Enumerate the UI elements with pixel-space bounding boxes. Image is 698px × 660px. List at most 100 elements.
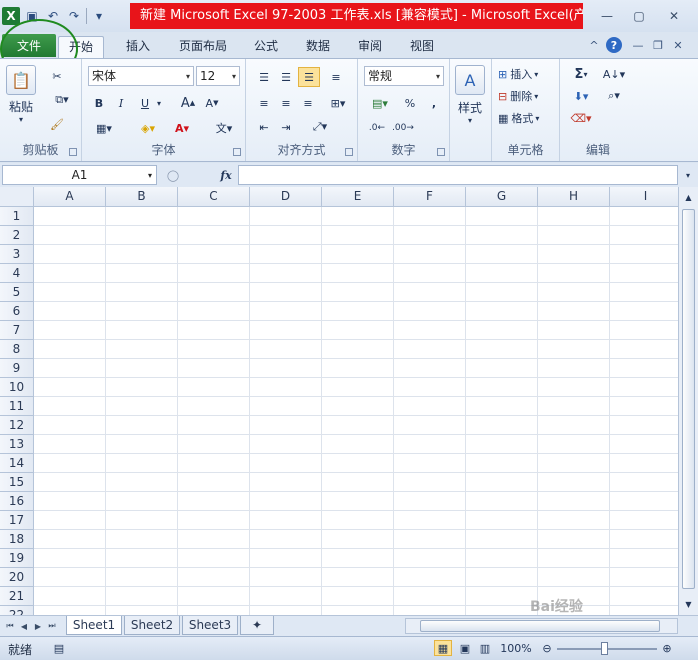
decrease-font-icon[interactable]: A ▼ <box>202 94 222 112</box>
help-icon[interactable]: ? <box>606 37 622 53</box>
align-top-icon[interactable]: ☰ <box>254 67 274 87</box>
tab-home[interactable]: 开始 <box>58 36 104 58</box>
scroll-down-icon[interactable]: ▼ <box>682 597 695 611</box>
name-box[interactable]: A1 ▾ <box>2 165 157 185</box>
row-header[interactable]: 10 <box>0 378 34 397</box>
phonetic-icon[interactable]: 文▾ <box>210 119 238 137</box>
zoom-in-icon[interactable]: ⊕ <box>660 640 674 656</box>
fill-color-icon[interactable]: ◈▾ <box>134 119 162 137</box>
chevron-down-icon[interactable]: ▾ <box>154 94 164 112</box>
next-sheet-icon[interactable]: ▶ <box>32 619 44 633</box>
font-name-select[interactable]: 宋体 ▾ <box>88 66 194 86</box>
styles-button[interactable]: A 样式 ▾ <box>455 65 485 125</box>
dialog-launcher-icon[interactable] <box>437 148 445 156</box>
align-middle-icon[interactable]: ☰ <box>276 67 296 87</box>
column-header[interactable]: A <box>34 187 106 207</box>
row-header[interactable]: 20 <box>0 568 34 587</box>
zoom-slider-handle[interactable] <box>601 642 608 655</box>
row-header[interactable]: 8 <box>0 340 34 359</box>
increase-decimal-icon[interactable]: .0← <box>366 119 388 137</box>
row-header[interactable]: 2 <box>0 226 34 245</box>
align-left-icon[interactable]: ≡ <box>254 93 274 113</box>
row-header[interactable]: 21 <box>0 587 34 606</box>
paste-button[interactable]: 📋 粘贴 ▾ <box>6 65 36 124</box>
number-format-select[interactable]: 常规 ▾ <box>364 66 444 86</box>
delete-cells-button[interactable]: ⊟ 删除 ▾ <box>498 87 558 105</box>
zoom-level[interactable]: 100% <box>498 640 534 656</box>
column-header[interactable]: F <box>394 187 466 207</box>
tab-data[interactable]: 数据 <box>300 36 336 58</box>
percent-button[interactable]: % <box>402 94 418 112</box>
insert-function-icon[interactable]: fx <box>216 167 236 183</box>
cell-area[interactable] <box>34 207 678 615</box>
minimize-icon[interactable]: — <box>595 8 619 24</box>
horizontal-scroll-thumb[interactable] <box>420 620 660 632</box>
dialog-launcher-icon[interactable] <box>345 148 353 156</box>
column-header[interactable]: H <box>538 187 610 207</box>
row-header[interactable]: 17 <box>0 511 34 530</box>
tab-page-layout[interactable]: 页面布局 <box>172 36 234 58</box>
align-right-icon[interactable]: ≡ <box>298 93 318 113</box>
normal-view-icon[interactable]: ▦ <box>434 640 452 656</box>
row-header[interactable]: 13 <box>0 435 34 454</box>
undo-icon[interactable]: ↶ <box>44 7 62 25</box>
prev-sheet-icon[interactable]: ◀ <box>18 619 30 633</box>
row-header[interactable]: 6 <box>0 302 34 321</box>
clear-icon[interactable]: ⌫▾ <box>568 109 594 127</box>
row-header[interactable]: 3 <box>0 245 34 264</box>
horizontal-scrollbar[interactable] <box>405 618 678 634</box>
vertical-scroll-thumb[interactable] <box>682 209 695 589</box>
autosum-button[interactable]: Σ ▾ <box>568 65 594 83</box>
merge-center-icon[interactable]: ⊞▾ <box>324 93 352 113</box>
row-header[interactable]: 11 <box>0 397 34 416</box>
increase-font-icon[interactable]: A ▲ <box>178 94 198 112</box>
insert-sheet-icon[interactable]: ✦ <box>240 616 274 635</box>
excel-logo-icon[interactable]: X <box>2 7 20 25</box>
tab-review[interactable]: 审阅 <box>352 36 388 58</box>
customize-qat-icon[interactable]: ▾ <box>90 7 108 25</box>
column-header[interactable]: I <box>610 187 678 207</box>
column-header[interactable]: E <box>322 187 394 207</box>
row-header[interactable]: 16 <box>0 492 34 511</box>
formula-input[interactable] <box>238 165 678 185</box>
copy-icon[interactable]: ⧉▾ <box>48 91 76 109</box>
window-close-icon[interactable]: ✕ <box>670 37 686 53</box>
sort-filter-icon[interactable]: A↓▾ <box>600 65 628 83</box>
tab-formulas[interactable]: 公式 <box>248 36 284 58</box>
decrease-decimal-icon[interactable]: .00→ <box>392 119 414 137</box>
row-header[interactable]: 14 <box>0 454 34 473</box>
row-header[interactable]: 1 <box>0 207 34 226</box>
sheet-tab-2[interactable]: Sheet2 <box>124 616 180 635</box>
font-size-select[interactable]: 12 ▾ <box>196 66 240 86</box>
macro-record-icon[interactable]: ▤ <box>50 640 68 656</box>
ribbon-minimize-icon[interactable]: ^ <box>586 37 602 53</box>
first-sheet-icon[interactable]: ⏮ <box>4 619 16 633</box>
zoom-out-icon[interactable]: ⊖ <box>540 640 554 656</box>
row-header[interactable]: 19 <box>0 549 34 568</box>
page-layout-view-icon[interactable]: ▣ <box>456 640 474 656</box>
tab-view[interactable]: 视图 <box>404 36 440 58</box>
decrease-indent-icon[interactable]: ⇤ <box>254 117 274 137</box>
font-color-icon[interactable]: A▾ <box>168 119 196 137</box>
italic-button[interactable]: I <box>112 94 130 112</box>
row-header[interactable]: 9 <box>0 359 34 378</box>
sheet-tab-1[interactable]: Sheet1 <box>66 616 122 635</box>
find-select-icon[interactable]: ⌕▾ <box>600 87 628 105</box>
select-all-corner[interactable] <box>0 187 34 207</box>
row-header[interactable]: 12 <box>0 416 34 435</box>
borders-icon[interactable]: ▦▾ <box>90 119 118 137</box>
last-sheet-icon[interactable]: ⏭ <box>46 619 58 633</box>
bold-button[interactable]: B <box>90 94 108 112</box>
fill-icon[interactable]: ⬇▾ <box>568 87 594 105</box>
page-break-view-icon[interactable]: ▥ <box>476 640 494 656</box>
chevron-down-icon[interactable]: ▾ <box>680 167 696 183</box>
tab-file[interactable]: 文件 <box>2 34 56 57</box>
window-restore-icon[interactable]: ❐ <box>650 37 666 53</box>
underline-button[interactable]: U <box>136 94 154 112</box>
dialog-launcher-icon[interactable] <box>233 148 241 156</box>
row-header[interactable]: 15 <box>0 473 34 492</box>
spreadsheet-grid[interactable]: ABCDEFGHI 1 2 3 4 5 6 7 8 9 10 11 12 13 14 15 16 17 18 19 2… <box>0 187 678 615</box>
format-cells-button[interactable]: ▦ 格式 ▾ <box>498 109 558 127</box>
row-header[interactable]: 22 <box>0 606 34 615</box>
close-icon[interactable]: ✕ <box>662 8 686 24</box>
